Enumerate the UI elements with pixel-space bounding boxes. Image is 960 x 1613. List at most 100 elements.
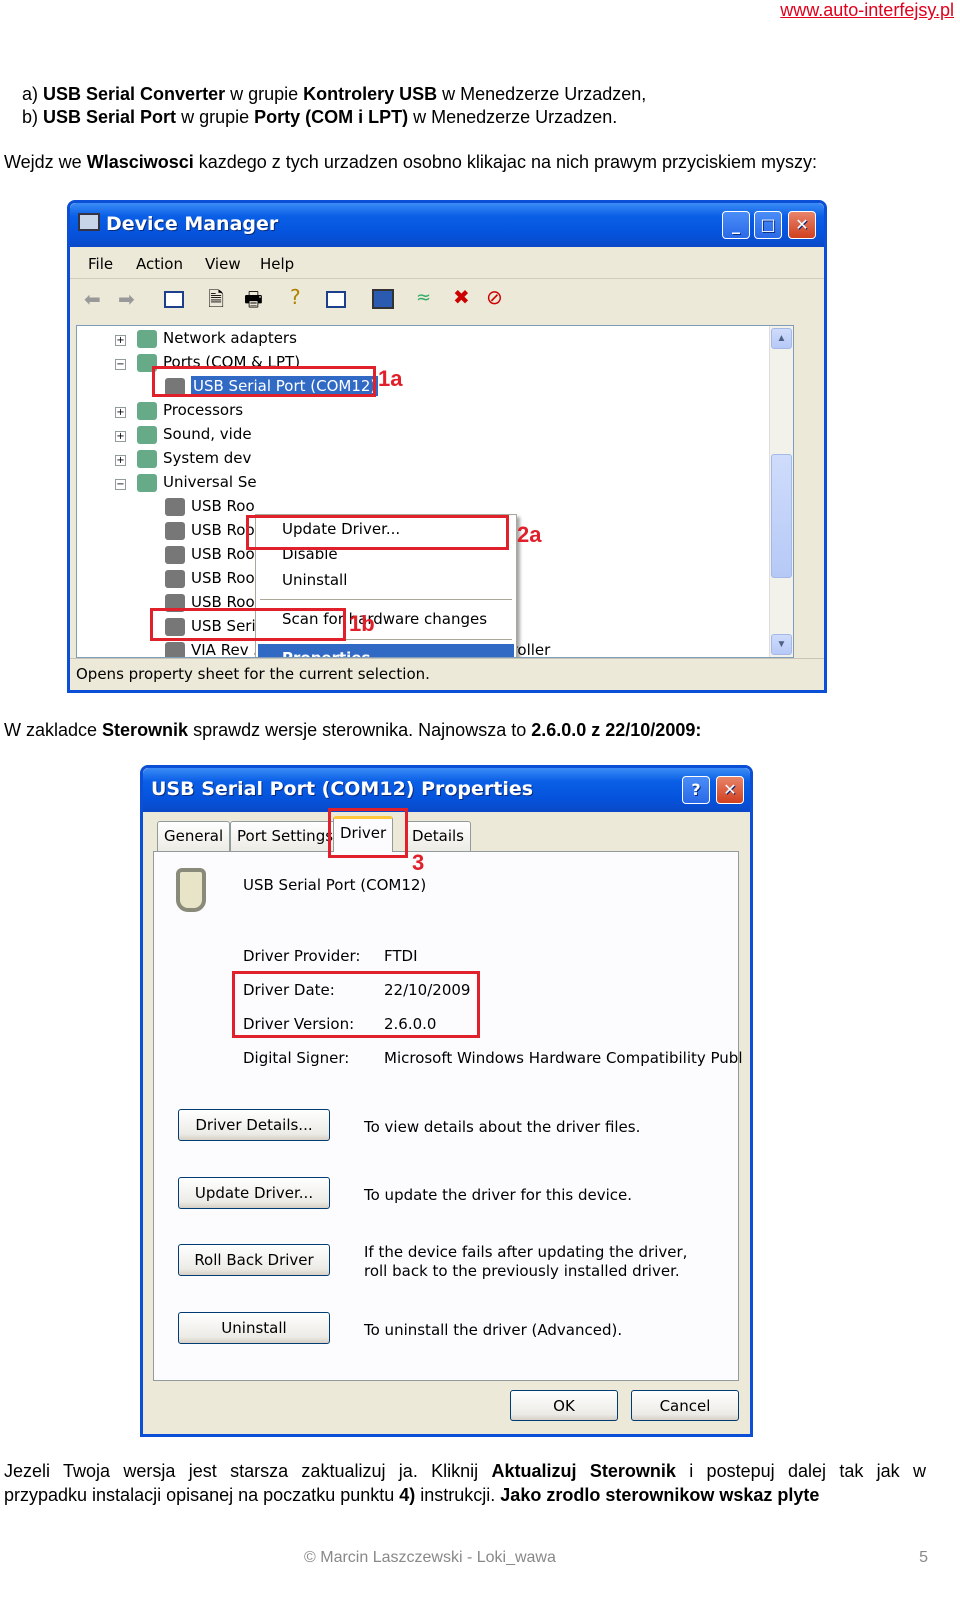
toolbar: ⬅ ➡ 🗎 🖶 ? ≈ ✖ ⊘ bbox=[70, 281, 824, 319]
website-link[interactable]: www.auto-interfejsy.pl bbox=[780, 0, 954, 21]
device-icon bbox=[165, 569, 185, 588]
highlight-1a bbox=[152, 366, 376, 397]
highlight-2a bbox=[246, 515, 509, 550]
properties-icon[interactable]: 🗎 bbox=[208, 285, 224, 319]
close-button[interactable]: ✕ bbox=[716, 776, 744, 804]
tree-item-label: Network adapters bbox=[163, 329, 297, 347]
action-description: If the device fails after updating the d… bbox=[364, 1243, 688, 1280]
properties-dialog: USB Serial Port (COM12) Properties ? ✕ G… bbox=[140, 765, 753, 1437]
expander-button[interactable]: + bbox=[115, 407, 126, 418]
scroll-thumb[interactable] bbox=[771, 454, 792, 578]
scrollbar[interactable]: ▲ ▼ bbox=[769, 326, 793, 657]
driver-provider-value: FTDI bbox=[384, 947, 418, 965]
tab-general[interactable]: General bbox=[157, 821, 231, 851]
digital-signer-value: Microsoft Windows Hardware Compatibility… bbox=[384, 1049, 743, 1067]
status-text: Opens property sheet for the current sel… bbox=[76, 665, 430, 683]
maximize-button[interactable]: □ bbox=[754, 211, 782, 239]
action-description: To view details about the driver files. bbox=[364, 1118, 641, 1136]
device-icon bbox=[137, 425, 157, 444]
device-icon bbox=[165, 521, 185, 540]
field-label: Driver Provider: bbox=[243, 947, 361, 965]
scroll-down-button[interactable]: ▼ bbox=[771, 634, 792, 655]
tab-details[interactable]: Details bbox=[405, 821, 472, 851]
outro-line-2: przypadku instalacji opisanej na poczatk… bbox=[4, 1485, 820, 1505]
tree-item[interactable]: USB Roo bbox=[165, 497, 255, 519]
uninstall-icon[interactable]: ✖ bbox=[453, 285, 470, 309]
scan-hardware-icon[interactable] bbox=[372, 289, 394, 309]
show-hide-action-pane-icon[interactable] bbox=[326, 291, 346, 308]
tree-item[interactable]: USB Roo bbox=[165, 521, 255, 543]
show-hide-tree-icon[interactable] bbox=[164, 291, 184, 308]
highlight-driver-version bbox=[232, 971, 480, 1038]
annotation-3: 3 bbox=[412, 850, 425, 875]
highlight-1b bbox=[150, 608, 346, 641]
roll-back-driver-button[interactable]: Roll Back Driver bbox=[178, 1244, 330, 1276]
intro-line-c: Wejdz we Wlasciwosci kazdego z tych urza… bbox=[4, 152, 817, 172]
forward-icon[interactable]: ➡ bbox=[118, 287, 135, 311]
annotation-2a: 2a bbox=[517, 522, 542, 547]
minimize-button[interactable]: _ bbox=[722, 211, 750, 239]
help-button[interactable]: ? bbox=[682, 776, 710, 804]
expander-button[interactable]: + bbox=[115, 455, 126, 466]
driver-details-button[interactable]: Driver Details... bbox=[178, 1109, 330, 1141]
tree-item-label: Processors bbox=[163, 401, 244, 419]
tree-item[interactable]: Universal Se bbox=[137, 473, 257, 495]
action-description: To uninstall the driver (Advanced). bbox=[364, 1321, 623, 1339]
dialog-title-bar: USB Serial Port (COM12) Properties ? ✕ bbox=[143, 768, 750, 812]
status-bar: Opens property sheet for the current sel… bbox=[70, 658, 824, 690]
serial-port-icon bbox=[176, 868, 206, 912]
menu-uninstall[interactable]: Uninstall bbox=[282, 571, 347, 589]
menu-bar: File Action View Help bbox=[70, 249, 824, 279]
device-icon bbox=[137, 473, 157, 492]
device-icon bbox=[165, 545, 185, 564]
scroll-up-button[interactable]: ▲ bbox=[771, 328, 792, 349]
device-icon bbox=[137, 401, 157, 420]
annotation-1a: 1a bbox=[378, 366, 403, 391]
uninstall-button[interactable]: Uninstall bbox=[178, 1312, 330, 1344]
tree-item[interactable]: Network adapters bbox=[137, 329, 297, 351]
footer-author: © Marcin Laszczewski - Loki_wawa bbox=[304, 1549, 556, 1566]
menu-action[interactable]: Action bbox=[136, 255, 183, 273]
tab-port-settings[interactable]: Port Settings bbox=[230, 821, 341, 851]
update-driver-button[interactable]: Update Driver... bbox=[178, 1177, 330, 1209]
device-icon bbox=[165, 641, 185, 657]
tree-item-label: Sound, vide bbox=[163, 425, 252, 443]
middle-text: W zakladce Sterownik sprawdz wersje ster… bbox=[4, 720, 702, 740]
cancel-button[interactable]: Cancel bbox=[631, 1390, 739, 1421]
menu-help[interactable]: Help bbox=[260, 255, 294, 273]
page-number: 5 bbox=[919, 1549, 928, 1566]
highlight-3 bbox=[328, 808, 408, 858]
expander-button[interactable]: − bbox=[115, 359, 126, 370]
close-button[interactable]: ✕ bbox=[788, 211, 816, 239]
intro-line-a: a) USB Serial Converter w grupie Kontrol… bbox=[22, 84, 647, 104]
menu-properties[interactable]: Properties bbox=[258, 644, 514, 657]
device-icon bbox=[165, 497, 185, 516]
print-icon[interactable]: 🖶 bbox=[244, 285, 263, 319]
computer-icon bbox=[78, 213, 100, 231]
tree-item[interactable]: Processors bbox=[137, 401, 243, 423]
tree-item-label: System dev bbox=[163, 449, 252, 467]
annotation-1b: 1b bbox=[349, 611, 375, 636]
device-name: USB Serial Port (COM12) bbox=[243, 876, 427, 894]
expander-button[interactable]: − bbox=[115, 479, 126, 490]
back-icon[interactable]: ⬅ bbox=[84, 287, 101, 311]
tree-item-label: Universal Se bbox=[163, 473, 257, 491]
device-icon bbox=[137, 329, 157, 348]
disable-icon[interactable]: ⊘ bbox=[486, 285, 503, 309]
action-description: To update the driver for this device. bbox=[364, 1186, 633, 1204]
field-label: Digital Signer: bbox=[243, 1049, 350, 1067]
tree-item-label: USB Roo bbox=[191, 497, 255, 515]
menu-view[interactable]: View bbox=[205, 255, 241, 273]
ok-button[interactable]: OK bbox=[510, 1390, 618, 1421]
menu-separator bbox=[260, 599, 512, 600]
expander-button[interactable]: + bbox=[115, 431, 126, 442]
help-icon[interactable]: ? bbox=[290, 285, 301, 309]
update-driver-icon[interactable]: ≈ bbox=[416, 287, 431, 308]
menu-file[interactable]: File bbox=[88, 255, 113, 273]
tree-item[interactable]: Sound, vide bbox=[137, 425, 252, 447]
expander-button[interactable]: + bbox=[115, 335, 126, 346]
outro-line-1: Jezeli Twoja wersja jest starsza zaktual… bbox=[4, 1461, 927, 1481]
tree-item[interactable]: System dev bbox=[137, 449, 251, 471]
intro-line-b: b) USB Serial Port w grupie Porty (COM i… bbox=[22, 107, 618, 127]
driver-panel: USB Serial Port (COM12) Driver Provider:… bbox=[153, 851, 743, 1381]
